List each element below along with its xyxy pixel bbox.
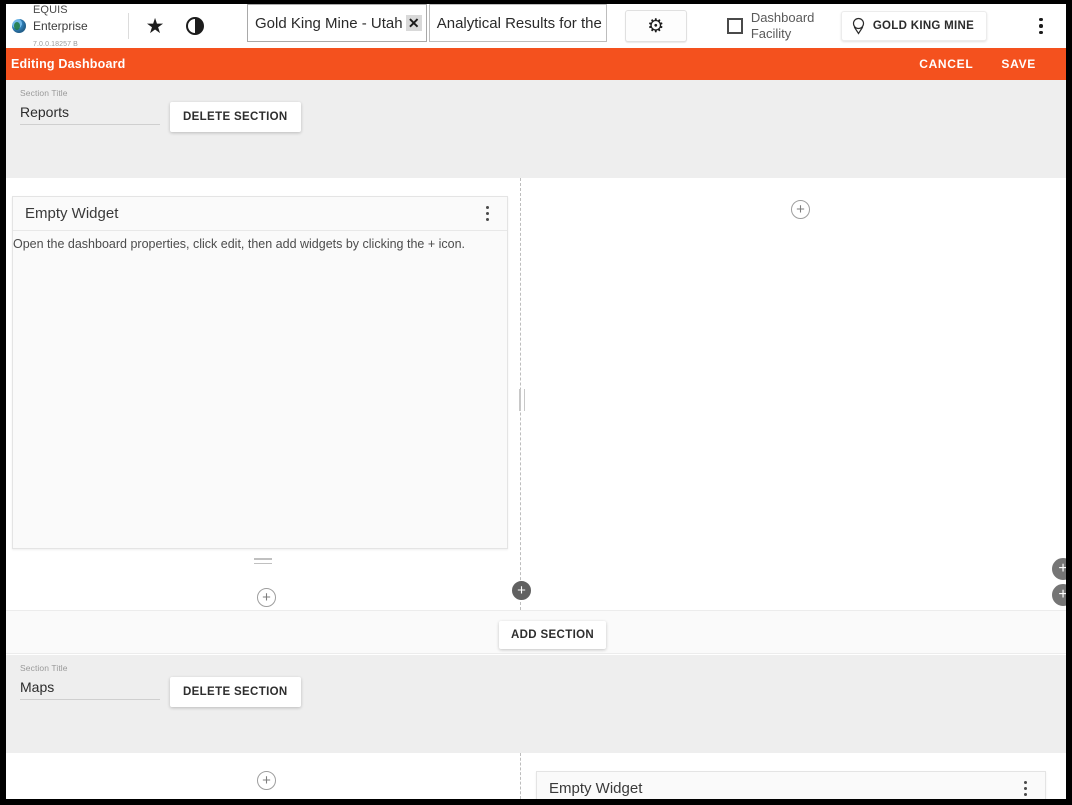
editing-dashboard-title: Editing Dashboard xyxy=(11,57,126,71)
delete-section-button[interactable]: DELETE SECTION xyxy=(170,102,301,132)
widget-header: Empty Widget xyxy=(13,197,507,231)
header-divider xyxy=(128,13,129,39)
section-header-reports: Section Title DELETE SECTION xyxy=(6,80,1066,178)
brand-logo: EQUIS Enterprise 7.0.0.18257 B xyxy=(6,4,126,48)
globe-icon xyxy=(12,19,26,33)
site-selector-label: GOLD KING MINE xyxy=(872,20,975,32)
tab-gold-king-mine[interactable]: Gold King Mine - Utah - ✕ xyxy=(247,4,427,42)
kebab-menu-icon xyxy=(1023,781,1027,784)
kebab-menu-icon xyxy=(485,206,489,209)
save-button[interactable]: SAVE xyxy=(1001,57,1036,71)
section-title-field-group: Section Title xyxy=(20,88,160,125)
contrast-icon xyxy=(186,17,204,35)
add-column-button[interactable]: + xyxy=(512,581,531,600)
header-overflow-menu-button[interactable] xyxy=(1028,11,1054,41)
widget-resize-grip[interactable] xyxy=(254,556,272,566)
delete-section-button[interactable]: DELETE SECTION xyxy=(170,677,301,707)
widget-empty-maps[interactable]: Empty Widget xyxy=(536,771,1046,799)
cancel-button[interactable]: CANCEL xyxy=(919,57,973,71)
widget-empty-reports[interactable]: Empty Widget Open the dashboard properti… xyxy=(12,196,508,549)
section-title-label: Section Title xyxy=(20,663,68,673)
add-column-right-edge-button-2[interactable]: + xyxy=(1052,584,1066,606)
application-window: EQUIS Enterprise 7.0.0.18257 B ★ Gold Ki… xyxy=(6,4,1066,799)
tab-analytical-results[interactable]: Analytical Results for the xyxy=(428,4,607,42)
settings-button[interactable]: ⚙ xyxy=(624,10,687,42)
widget-body-text: Open the dashboard properties, click edi… xyxy=(13,237,466,251)
top-header-bar: EQUIS Enterprise 7.0.0.18257 B ★ Gold Ki… xyxy=(6,4,1066,48)
add-section-button[interactable]: ADD SECTION xyxy=(499,621,607,649)
section-title-label: Section Title xyxy=(20,88,68,98)
widget-header: Empty Widget xyxy=(537,772,1045,799)
gear-icon: ⚙ xyxy=(647,15,665,37)
editing-dashboard-actions: CANCEL SAVE xyxy=(919,57,1036,71)
brand-line-1: EQUIS xyxy=(33,4,68,16)
add-widget-button-left-column[interactable]: + xyxy=(257,588,276,607)
location-pin-icon xyxy=(852,17,864,35)
section-body-reports: Empty Widget Open the dashboard properti… xyxy=(6,178,1066,610)
brand-line-2: Enterprise xyxy=(33,18,88,33)
widget-menu-button[interactable] xyxy=(478,201,496,227)
column-resize-handle[interactable] xyxy=(517,388,527,412)
section-title-field-group: Section Title xyxy=(20,663,160,700)
dashboard-facility-checkbox-group[interactable]: Dashboard Facility xyxy=(726,9,827,43)
site-selector-button[interactable]: GOLD KING MINE xyxy=(840,11,988,41)
column-divider xyxy=(520,753,521,799)
add-widget-button-left-column-maps[interactable]: + xyxy=(257,771,276,790)
dashboard-facility-label: Dashboard Facility xyxy=(750,9,815,41)
editing-dashboard-bar: Editing Dashboard CANCEL SAVE xyxy=(6,48,1066,80)
tab-label: Gold King Mine - Utah - xyxy=(255,14,412,32)
star-icon: ★ xyxy=(145,14,165,38)
widget-title: Empty Widget xyxy=(25,205,119,222)
kebab-menu-icon xyxy=(1039,17,1043,22)
add-column-right-edge-button-1[interactable]: + xyxy=(1052,558,1066,580)
favorites-button[interactable]: ★ xyxy=(135,6,175,46)
section-header-maps: Section Title DELETE SECTION xyxy=(6,655,1066,753)
widget-title: Empty Widget xyxy=(549,780,643,797)
section-title-input[interactable] xyxy=(20,104,160,125)
tab-strip: Gold King Mine - Utah - ✕ Analytical Res… xyxy=(247,4,607,48)
widget-menu-button[interactable] xyxy=(1016,776,1034,800)
tab-label: Analytical Results for the xyxy=(436,14,602,32)
section-title-input[interactable] xyxy=(20,679,160,700)
brand-text: EQUIS Enterprise 7.0.0.18257 B xyxy=(33,4,88,51)
dashboard-facility-checkbox[interactable] xyxy=(726,18,743,34)
close-icon[interactable]: ✕ xyxy=(405,15,422,31)
section-body-maps: + Empty Widget xyxy=(6,753,1066,799)
add-widget-button-right-column[interactable]: + xyxy=(791,200,810,219)
contrast-toggle-button[interactable] xyxy=(175,6,215,46)
